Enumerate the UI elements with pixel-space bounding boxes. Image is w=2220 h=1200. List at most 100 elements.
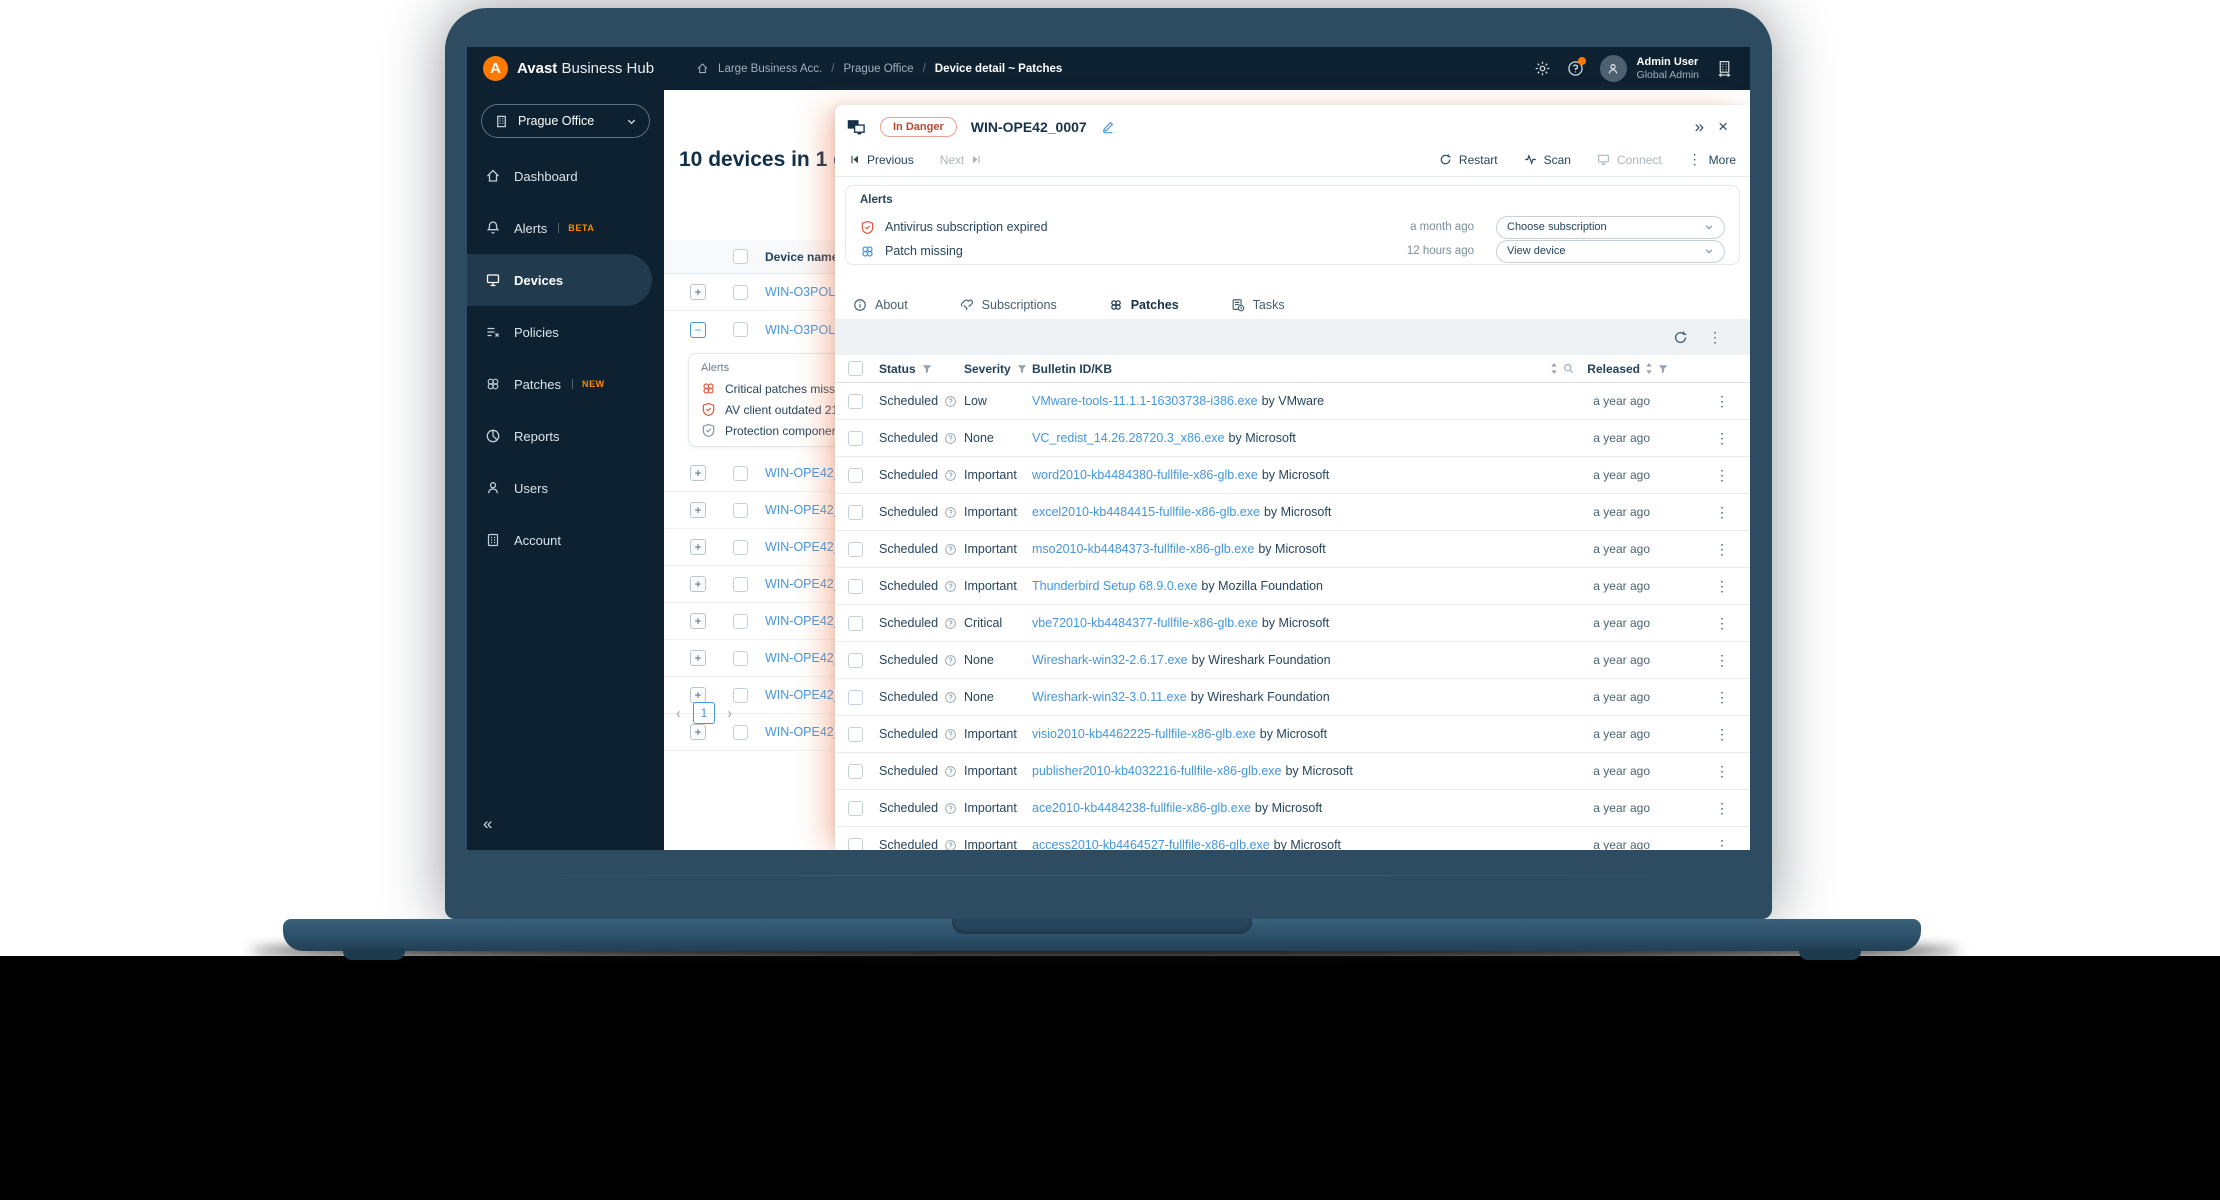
row-kebab-button[interactable]: ⋮	[1694, 430, 1750, 447]
scan-button[interactable]: Scan	[1524, 153, 1571, 167]
bulletin-link[interactable]: Thunderbird Setup 68.9.0.exe	[1032, 579, 1197, 593]
org-selector[interactable]: Prague Office	[481, 104, 650, 138]
patch-row[interactable]: Scheduled Important publisher2010-kb4032…	[835, 753, 1750, 790]
sidebar-item-account[interactable]: Account	[467, 514, 664, 566]
expand-panel-icon[interactable]: »	[1695, 117, 1704, 137]
expand-row-button[interactable]: +	[690, 539, 706, 555]
row-kebab-button[interactable]: ⋮	[1694, 837, 1750, 851]
expand-row-button[interactable]: +	[690, 650, 706, 666]
row-checkbox[interactable]	[848, 393, 863, 409]
close-icon[interactable]: ×	[1718, 117, 1728, 137]
severity-column[interactable]: Severity	[964, 362, 1011, 376]
row-checkbox[interactable]	[848, 837, 863, 850]
row-checkbox[interactable]	[848, 652, 863, 668]
row-kebab-button[interactable]: ⋮	[1694, 615, 1750, 632]
page-next-button[interactable]: ›	[727, 705, 732, 722]
row-kebab-button[interactable]: ⋮	[1694, 726, 1750, 743]
edit-pencil-icon[interactable]	[1101, 120, 1115, 134]
sidebar-item-reports[interactable]: Reports	[467, 410, 664, 462]
device-checkbox[interactable]	[733, 613, 748, 629]
info-tooltip-icon[interactable]	[944, 506, 957, 519]
device-checkbox[interactable]	[733, 284, 748, 300]
bulletin-link[interactable]: vbe72010-kb4484377-fullfile-x86-glb.exe	[1032, 616, 1258, 630]
row-checkbox[interactable]	[848, 504, 863, 520]
device-checkbox[interactable]	[733, 687, 748, 703]
row-checkbox[interactable]	[848, 689, 863, 705]
restart-button[interactable]: Restart	[1439, 153, 1498, 167]
device-checkbox[interactable]	[733, 650, 748, 666]
row-checkbox[interactable]	[848, 430, 863, 446]
status-column[interactable]: Status	[879, 362, 916, 376]
expand-row-button[interactable]: +	[690, 465, 706, 481]
sidebar-item-policies[interactable]: Policies	[467, 306, 664, 358]
patch-row[interactable]: Scheduled Critical vbe72010-kb4484377-fu…	[835, 605, 1750, 642]
row-kebab-button[interactable]: ⋮	[1694, 467, 1750, 484]
bulletin-link[interactable]: VC_redist_14.26.28720.3_x86.exe	[1032, 431, 1225, 445]
expand-row-button[interactable]: +	[690, 284, 706, 300]
more-button[interactable]: ⋮ More	[1688, 151, 1736, 168]
patch-row[interactable]: Scheduled Important word2010-kb4484380-f…	[835, 457, 1750, 494]
refresh-button[interactable]	[1673, 330, 1688, 345]
patch-row[interactable]: Scheduled Important visio2010-kb4462225-…	[835, 716, 1750, 753]
expand-row-button[interactable]: +	[690, 502, 706, 518]
expand-row-button[interactable]: +	[690, 613, 706, 629]
bulletin-link[interactable]: access2010-kb4464527-fullfile-x86-glb.ex…	[1032, 838, 1270, 850]
row-checkbox[interactable]	[848, 800, 863, 816]
released-column[interactable]: Released	[1587, 362, 1640, 376]
row-checkbox[interactable]	[848, 467, 863, 483]
tab-tasks[interactable]: Tasks	[1225, 291, 1291, 319]
row-kebab-button[interactable]: ⋮	[1694, 578, 1750, 595]
bulletin-column[interactable]: Bulletin ID/KB	[1032, 362, 1490, 376]
row-checkbox[interactable]	[848, 763, 863, 779]
device-checkbox[interactable]	[733, 502, 748, 518]
avatar[interactable]	[1599, 55, 1627, 82]
patch-row[interactable]: Scheduled Important access2010-kb4464527…	[835, 827, 1750, 850]
filter-icon[interactable]	[1017, 364, 1027, 374]
patch-row[interactable]: Scheduled None Wireshark-win32-3.0.11.ex…	[835, 679, 1750, 716]
page-number[interactable]: 1	[693, 702, 715, 724]
bulletin-link[interactable]: Wireshark-win32-2.6.17.exe	[1032, 653, 1188, 667]
bulletin-link[interactable]: Wireshark-win32-3.0.11.exe	[1032, 690, 1187, 704]
row-kebab-button[interactable]: ⋮	[1694, 504, 1750, 521]
sidebar-item-alerts[interactable]: Alerts BETA	[467, 202, 664, 254]
patch-row[interactable]: Scheduled None Wireshark-win32-2.6.17.ex…	[835, 642, 1750, 679]
choose-subscription-select[interactable]: Choose subscription	[1496, 215, 1725, 239]
bulletin-link[interactable]: visio2010-kb4462225-fullfile-x86-glb.exe	[1032, 727, 1256, 741]
sidebar-item-dashboard[interactable]: Dashboard	[467, 150, 664, 202]
row-kebab-button[interactable]: ⋮	[1694, 800, 1750, 817]
patch-row[interactable]: Scheduled Important excel2010-kb4484415-…	[835, 494, 1750, 531]
info-tooltip-icon[interactable]	[944, 395, 957, 408]
tab-subscriptions[interactable]: Subscriptions	[954, 291, 1063, 319]
patch-row[interactable]: Scheduled Important Thunderbird Setup 68…	[835, 568, 1750, 605]
sort-icon[interactable]	[1645, 363, 1653, 374]
next-device-button[interactable]: Next	[940, 153, 983, 167]
info-tooltip-icon[interactable]	[944, 654, 957, 667]
device-checkbox[interactable]	[733, 576, 748, 592]
patch-row[interactable]: Scheduled Important mso2010-kb4484373-fu…	[835, 531, 1750, 568]
filter-icon[interactable]	[1658, 364, 1668, 374]
tab-patches[interactable]: Patches	[1096, 291, 1191, 322]
info-tooltip-icon[interactable]	[944, 543, 957, 556]
info-tooltip-icon[interactable]	[944, 580, 957, 593]
row-checkbox[interactable]	[848, 541, 863, 557]
info-tooltip-icon[interactable]	[944, 728, 957, 741]
sort-icon[interactable]	[1550, 363, 1558, 374]
sidebar-item-devices[interactable]: Devices	[467, 254, 652, 306]
info-tooltip-icon[interactable]	[944, 617, 957, 630]
connect-button[interactable]: Connect	[1597, 153, 1662, 167]
info-tooltip-icon[interactable]	[944, 802, 957, 815]
bulletin-link[interactable]: publisher2010-kb4032216-fullfile-x86-glb…	[1032, 764, 1281, 778]
sidebar-item-users[interactable]: Users	[467, 462, 664, 514]
tab-about[interactable]: About	[847, 291, 914, 319]
view-device-select[interactable]: View device	[1496, 239, 1725, 263]
page-prev-button[interactable]: ‹	[676, 705, 681, 722]
device-checkbox[interactable]	[733, 465, 748, 481]
collapse-sidebar-button[interactable]: «	[483, 814, 492, 834]
expand-row-button[interactable]: +	[690, 576, 706, 592]
search-icon[interactable]	[1563, 363, 1574, 374]
previous-device-button[interactable]: Previous	[849, 153, 914, 167]
info-tooltip-icon[interactable]	[944, 432, 957, 445]
row-checkbox[interactable]	[848, 726, 863, 742]
info-tooltip-icon[interactable]	[944, 691, 957, 704]
row-kebab-button[interactable]: ⋮	[1694, 763, 1750, 780]
